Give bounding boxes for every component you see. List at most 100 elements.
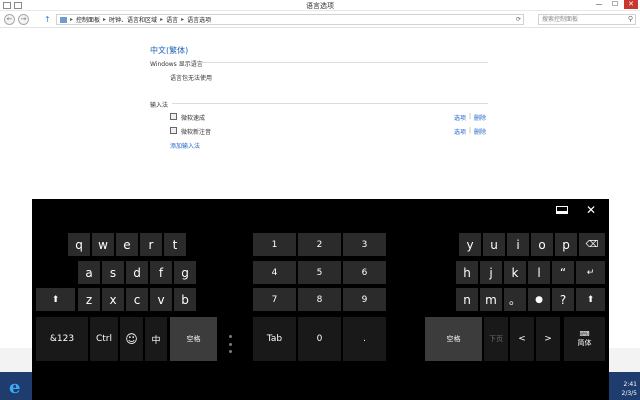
key-c[interactable]: c <box>126 288 148 311</box>
title-bar: 语言选项 — ☐ ✕ <box>0 0 640 11</box>
control-panel-icon <box>60 16 67 23</box>
key-p[interactable]: p <box>555 233 577 256</box>
search-input[interactable]: 搜索控制面板 ⚲ <box>538 14 636 25</box>
key-3[interactable]: 3 <box>343 233 386 256</box>
breadcrumb-separator: ▸ <box>160 16 164 23</box>
key-d[interactable]: d <box>126 261 148 284</box>
keyboard-icon: ⌨ <box>579 330 590 338</box>
keyboard-icon <box>170 113 177 120</box>
space-right-key[interactable]: 空格 <box>425 317 482 361</box>
breadcrumb-separator: ▸ <box>70 16 74 23</box>
breadcrumb-clock-language-region[interactable]: 时钟、语言和区域 <box>109 15 157 24</box>
section-heading: 输入法 <box>150 102 169 109</box>
minimize-button[interactable]: — <box>592 0 606 9</box>
key-l[interactable]: l <box>528 261 550 284</box>
breadcrumb-language-options[interactable]: 语言选项 <box>187 15 211 24</box>
key-r[interactable]: r <box>140 233 162 256</box>
ime-options-link[interactable]: 选项 <box>454 113 466 122</box>
key-q[interactable]: q <box>68 233 90 256</box>
key-u[interactable]: u <box>483 233 505 256</box>
key-k[interactable]: k <box>504 261 526 284</box>
key-y[interactable]: y <box>459 233 481 256</box>
right-arrow-key[interactable]: > <box>536 317 560 361</box>
key-1[interactable]: 1 <box>253 233 296 256</box>
key-j[interactable]: j <box>480 261 502 284</box>
navigation-bar: ← → ↑ ▸ 控制面板 ▸ 时钟、语言和区域 ▸ 语言 ▸ 语言选项 ⟳ 搜索… <box>0 12 640 28</box>
key-a[interactable]: a <box>78 261 100 284</box>
key-g[interactable]: g <box>174 261 196 284</box>
key-m[interactable]: m <box>480 288 502 311</box>
breadcrumb-control-panel[interactable]: 控制面板 <box>76 15 100 24</box>
close-button[interactable]: ✕ <box>624 0 638 9</box>
key-f[interactable]: f <box>150 261 172 284</box>
internet-explorer-icon[interactable]: e <box>9 377 20 398</box>
key-o[interactable]: o <box>531 233 553 256</box>
search-icon[interactable]: ⚲ <box>628 15 633 24</box>
keyboard-icon <box>170 127 177 134</box>
display-language-status: 语言包无法使用 <box>170 75 213 82</box>
taskbar-clock[interactable]: 2:41 2/3/5 <box>622 380 638 398</box>
ime-options-link[interactable]: 选项 <box>454 127 466 136</box>
tab-key[interactable]: Tab <box>253 317 296 361</box>
key-s[interactable]: s <box>102 261 124 284</box>
key-z[interactable]: z <box>78 288 100 311</box>
link-separator: | <box>469 127 472 134</box>
key-7[interactable]: 7 <box>253 288 296 311</box>
key-4[interactable]: 4 <box>253 261 296 284</box>
key-0[interactable]: 0 <box>298 317 341 361</box>
key-b[interactable]: b <box>174 288 196 311</box>
refresh-icon[interactable]: ⟳ <box>516 16 521 23</box>
shift-right-key[interactable]: ⬆ <box>576 288 605 311</box>
clock-time: 2:41 <box>623 381 637 388</box>
key-dot[interactable]: ● <box>528 288 550 311</box>
ctrl-key[interactable]: Ctrl <box>90 317 118 361</box>
maximize-button[interactable]: ☐ <box>608 0 622 9</box>
touch-keyboard: ✕ q w e r t a s d f g ⬆ z x c v b &123 C… <box>32 199 609 400</box>
address-input[interactable]: ▸ 控制面板 ▸ 时钟、语言和区域 ▸ 语言 ▸ 语言选项 ⟳ <box>56 14 524 25</box>
key-question[interactable]: ? <box>552 288 574 311</box>
link-separator: | <box>469 113 472 120</box>
up-button[interactable]: ↑ <box>44 15 51 24</box>
search-placeholder: 搜索控制面板 <box>542 16 579 23</box>
key-9[interactable]: 9 <box>343 288 386 311</box>
ime-remove-link[interactable]: 删除 <box>474 113 486 122</box>
section-heading: Windows 显示语言 <box>150 61 203 68</box>
next-page-key[interactable]: 下页 <box>484 317 508 361</box>
key-period[interactable]: . <box>343 317 386 361</box>
key-n[interactable]: n <box>456 288 478 311</box>
enter-key[interactable]: ↵ <box>576 261 605 284</box>
section-divider <box>196 62 488 63</box>
key-2[interactable]: 2 <box>298 233 341 256</box>
breadcrumb-language[interactable]: 语言 <box>166 15 178 24</box>
key-h[interactable]: h <box>456 261 478 284</box>
key-6[interactable]: 6 <box>343 261 386 284</box>
emoji-key[interactable]: ☺ <box>120 317 143 361</box>
key-x[interactable]: x <box>102 288 124 311</box>
key-8[interactable]: 8 <box>298 288 341 311</box>
ime-remove-link[interactable]: 删除 <box>474 127 486 136</box>
shift-left-key[interactable]: ⬆ <box>36 288 75 311</box>
key-e[interactable]: e <box>116 233 138 256</box>
key-v[interactable]: v <box>150 288 172 311</box>
key-quote[interactable]: “ <box>552 261 574 284</box>
breadcrumb-separator: ▸ <box>103 16 107 23</box>
key-w[interactable]: w <box>92 233 114 256</box>
dock-keyboard-icon[interactable] <box>554 203 570 217</box>
forward-button[interactable]: → <box>18 14 29 25</box>
key-5[interactable]: 5 <box>298 261 341 284</box>
key-ideographic-period[interactable]: 。 <box>504 288 526 311</box>
key-i[interactable]: i <box>507 233 529 256</box>
key-t[interactable]: t <box>164 233 186 256</box>
left-arrow-key[interactable]: < <box>510 317 534 361</box>
symbols-key[interactable]: &123 <box>36 317 88 361</box>
add-ime-link[interactable]: 添加输入法 <box>170 141 200 150</box>
space-left-key[interactable]: 空格 <box>170 317 217 361</box>
back-button[interactable]: ← <box>4 14 15 25</box>
layout-switch-key[interactable]: ⌨ 简体 <box>564 317 605 361</box>
chinese-mode-key[interactable]: 中 <box>145 317 167 361</box>
split-handle[interactable] <box>228 335 232 353</box>
section-divider <box>172 103 488 104</box>
backspace-key[interactable]: ⌫ <box>579 233 605 256</box>
ime-item-name: 微软新注音 <box>181 129 212 136</box>
close-keyboard-icon[interactable]: ✕ <box>583 203 599 217</box>
